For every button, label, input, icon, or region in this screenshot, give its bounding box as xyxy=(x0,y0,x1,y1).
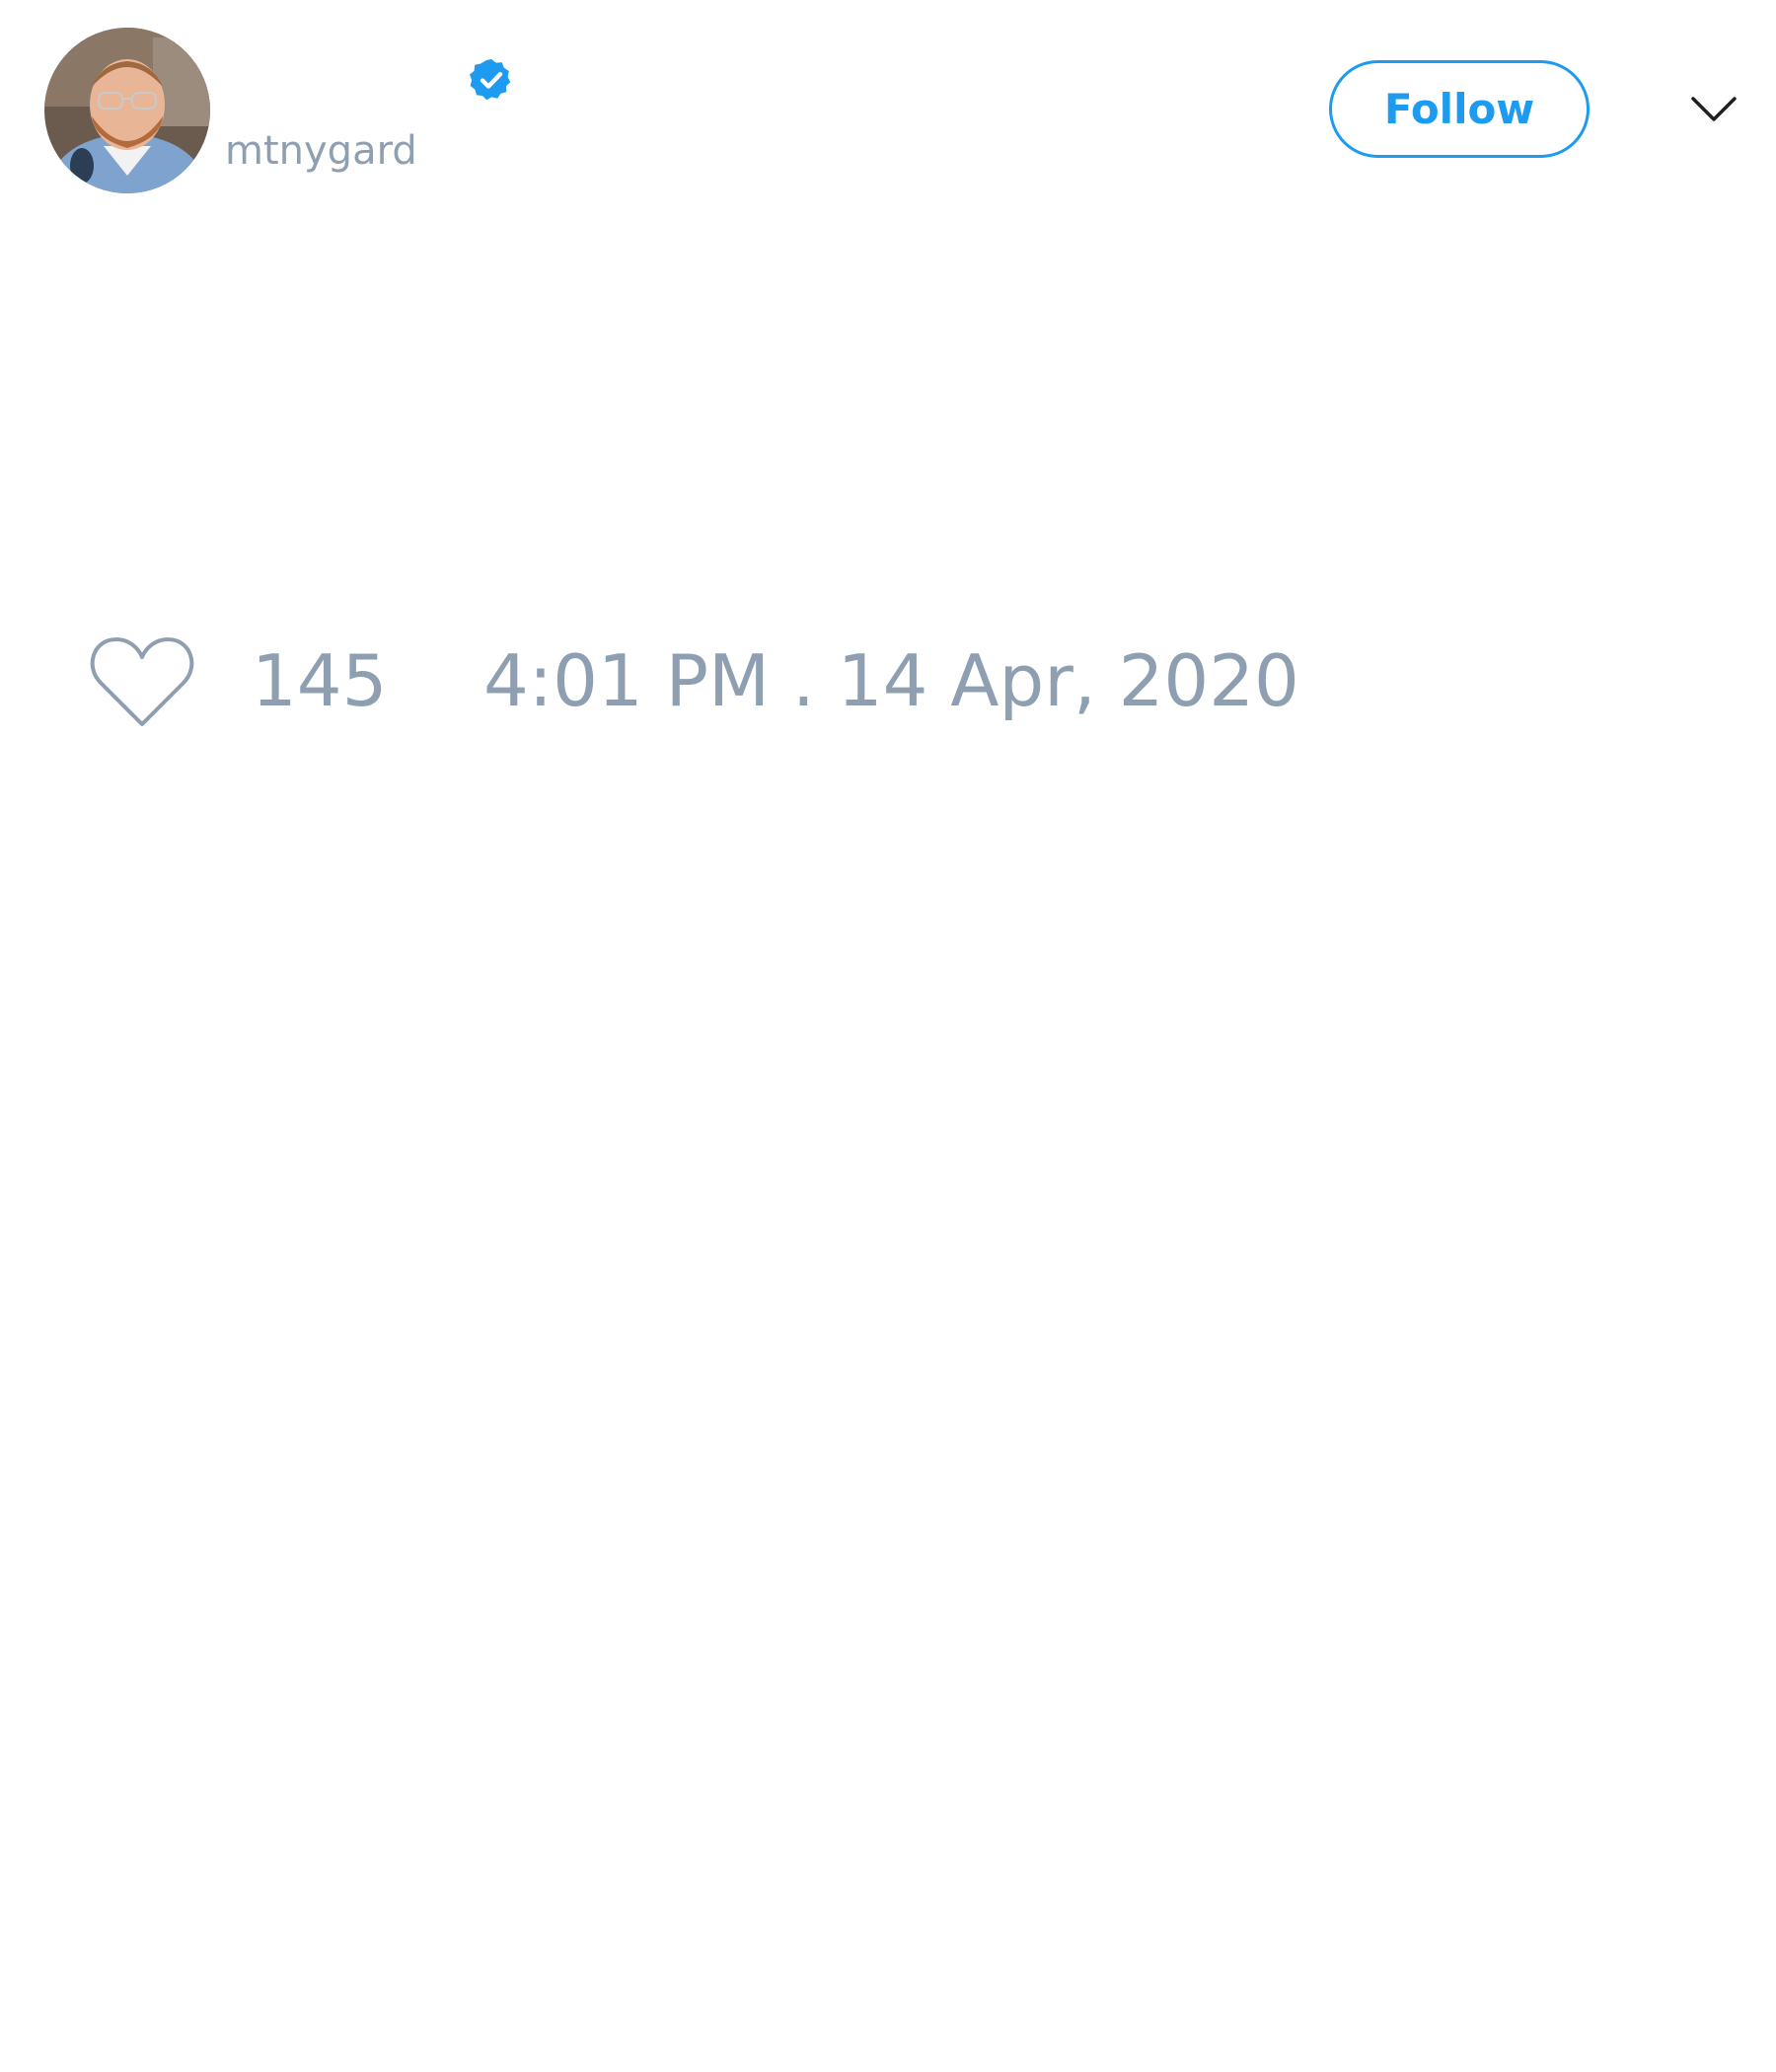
chevron-down-icon[interactable] xyxy=(1689,89,1739,128)
like-count: 145 xyxy=(252,639,388,722)
avatar[interactable] xyxy=(44,28,210,193)
avatar-image xyxy=(44,28,210,193)
tweet-timestamp[interactable]: 4:01 PM . 14 Apr, 2020 xyxy=(483,636,1299,725)
tweet-card: mtnygard Follow 145 4:01 PM . 14 Apr, 20… xyxy=(0,0,1776,2072)
heart-icon[interactable] xyxy=(89,633,195,730)
verified-badge-icon xyxy=(468,56,515,104)
follow-button[interactable]: Follow xyxy=(1329,60,1590,158)
user-handle[interactable]: mtnygard xyxy=(225,126,417,176)
